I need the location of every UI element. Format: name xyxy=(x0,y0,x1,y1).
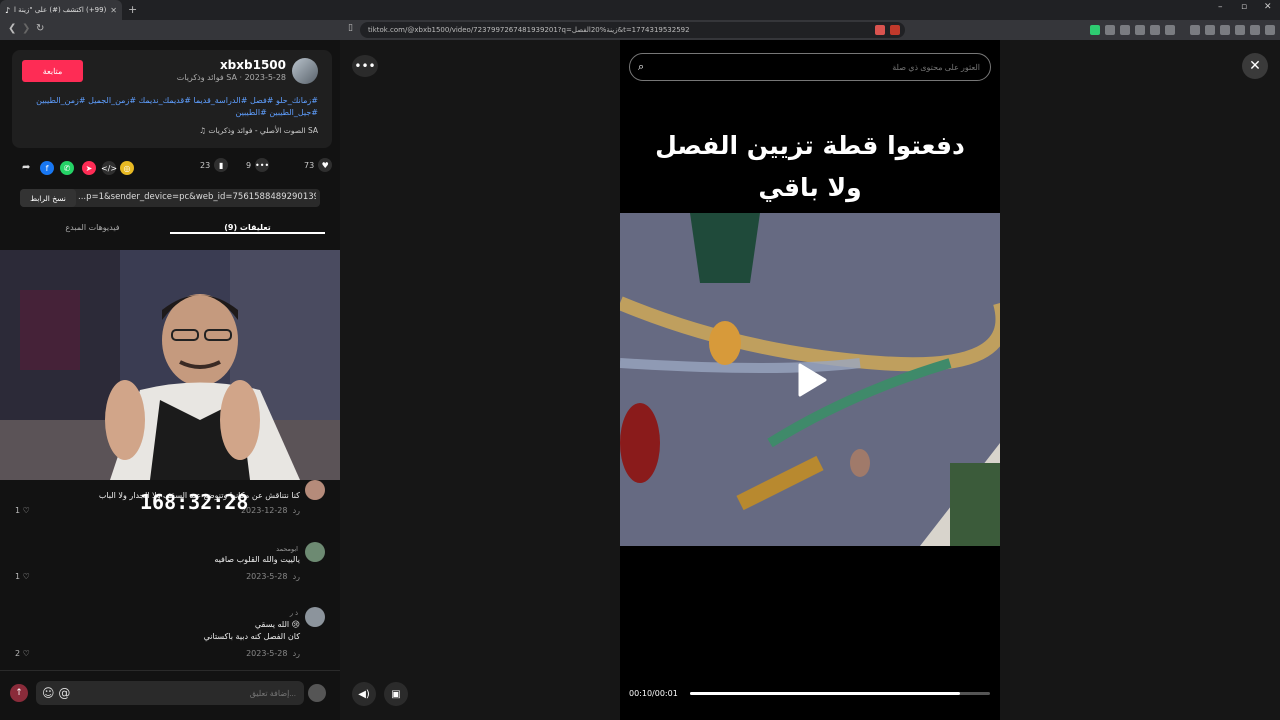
forward-icon[interactable]: ❯ xyxy=(22,23,30,34)
volume-icon[interactable]: ◀) xyxy=(352,682,376,706)
copy-link-button[interactable]: نسخ الرابط xyxy=(20,189,76,207)
save-action[interactable]: 23 ▮ xyxy=(200,158,229,172)
comment-date: 2023-12-28 رد xyxy=(240,506,300,515)
maximize-button[interactable]: ▫ xyxy=(1241,2,1247,12)
tiktok-favicon-icon: ♪ xyxy=(5,5,11,15)
comment-text: الله يسقي 😢 xyxy=(254,620,300,629)
facebook-icon[interactable]: f xyxy=(40,161,54,175)
close-tab-icon[interactable]: ✕ xyxy=(110,6,117,15)
stream-timer: 168:32:28 xyxy=(140,490,249,514)
caption-line-2: ولا باقي xyxy=(758,173,862,202)
browser-tab-strip xyxy=(0,0,1280,20)
webcam-person-image xyxy=(0,250,367,480)
playlist-icon[interactable] xyxy=(1190,25,1200,35)
close-icon[interactable]: ✕ xyxy=(1242,53,1268,79)
menu-icon[interactable] xyxy=(1265,25,1275,35)
search-icon[interactable]: ⌕ xyxy=(638,60,644,74)
share-arrow-icon[interactable]: ➤ xyxy=(82,161,96,175)
comment-like[interactable]: 2 ♡ xyxy=(15,649,30,658)
webcam-overlay xyxy=(0,250,367,480)
share-icon[interactable]: ➦ xyxy=(22,162,30,173)
picture-in-picture-icon[interactable]: ▣ xyxy=(384,682,408,706)
close-window-button[interactable]: ✕ xyxy=(1264,2,1272,12)
comment-like[interactable]: 1 ♡ xyxy=(15,572,30,581)
bookmark-save-icon: ▮ xyxy=(214,158,229,172)
mention-icon[interactable]: @ xyxy=(58,686,70,700)
commenter-name[interactable]: ذ ر xyxy=(290,609,298,617)
minimize-button[interactable]: – xyxy=(1218,2,1223,12)
send-comment-button[interactable]: ↑ xyxy=(10,684,28,702)
comment-date: 2023-5-28 رد xyxy=(246,572,300,581)
comment-count: 9 xyxy=(246,160,252,170)
brave-shield-icon[interactable] xyxy=(875,25,885,35)
action-bar: 73 ♥ 9 ••• 23 ▮ ◎ </> ➤ ✆ f ➦ xyxy=(12,158,333,178)
comment-like[interactable]: 1 ♡ xyxy=(15,506,30,515)
tab-comments[interactable]: (9) تعليقات xyxy=(170,218,325,234)
commenter-name[interactable]: ابومحمد xyxy=(276,545,298,553)
comment-input-icons: ☺ @ xyxy=(42,686,70,700)
browser-tab[interactable]: ♪ (99+) اكتشف (#) على "زينة الفصل" على T… xyxy=(0,0,122,20)
commenter-avatar[interactable] xyxy=(305,607,325,627)
creator-username[interactable]: xbxb1500 xyxy=(190,58,286,72)
like-action[interactable]: 73 ♥ xyxy=(304,158,333,172)
extension-icon[interactable] xyxy=(1135,25,1145,35)
url-text: tiktok.com/@xbxb1500/video/7237997267481… xyxy=(368,26,690,34)
wallet-icon[interactable] xyxy=(1220,25,1230,35)
post-sound[interactable]: ♫ الصوت الأصلي - فوائد وذكريات SA xyxy=(120,126,318,135)
tab-creator-videos[interactable]: فيديوهات المبدع xyxy=(15,218,170,232)
back-icon[interactable]: ❮ xyxy=(8,23,16,34)
extension-icon[interactable] xyxy=(1120,25,1130,35)
post-hashtags[interactable]: #زمانك_حلو #فصل #الدراسة_قديما #قديمك_ند… xyxy=(28,95,318,119)
video-time: 00:10/00:01 xyxy=(629,689,678,698)
reply-link[interactable]: رد xyxy=(293,572,300,581)
sidebar-icon[interactable] xyxy=(1205,25,1215,35)
progress-fill xyxy=(690,692,960,695)
video-search-input[interactable] xyxy=(629,53,991,81)
browser-tab-title: (99+) اكتشف (#) على "زينة الفصل" على Tik… xyxy=(14,6,107,14)
reply-link[interactable]: رد xyxy=(293,649,300,658)
caption-line-1: دفعتوا قطة تزيين الفصل xyxy=(655,131,965,160)
commenter-avatar[interactable] xyxy=(305,542,325,562)
comment-text: يالييت والله القلوب صافيه xyxy=(214,555,300,564)
comment-icon: ••• xyxy=(255,158,269,172)
like-count: 73 xyxy=(304,160,315,170)
comment-text-line2: كان الفصل كنه دبية باكستاني xyxy=(203,632,300,641)
profile-icon[interactable] xyxy=(1250,25,1260,35)
extensions-puzzle-icon[interactable] xyxy=(1150,25,1160,35)
extension-icon[interactable] xyxy=(1105,25,1115,35)
comment-date: 2023-5-28 رد xyxy=(246,649,300,658)
whatsapp-icon[interactable]: ✆ xyxy=(60,161,74,175)
video-caption: دفعتوا قطة تزيين الفصل ولا باقي xyxy=(620,125,1000,209)
more-options-icon[interactable]: ••• xyxy=(352,55,378,77)
link-text: ...p=1&sender_device=pc&web_id=756158848… xyxy=(78,192,316,202)
extension-icon[interactable] xyxy=(1165,25,1175,35)
rewards-icon[interactable] xyxy=(890,25,900,35)
save-count: 23 xyxy=(200,160,211,170)
bookmark-icon[interactable]: ▯ xyxy=(348,23,353,33)
embed-icon[interactable]: </> xyxy=(101,161,117,175)
commenter-avatar[interactable] xyxy=(305,480,325,500)
vpn-icon[interactable] xyxy=(1235,25,1245,35)
play-icon[interactable] xyxy=(796,362,828,398)
follow-button[interactable]: متابعة xyxy=(22,60,83,82)
new-tab-button[interactable]: + xyxy=(128,3,137,16)
address-bar[interactable]: tiktok.com/@xbxb1500/video/7237997267481… xyxy=(360,22,905,38)
creator-avatar[interactable] xyxy=(292,58,318,84)
extension-icon[interactable] xyxy=(1090,25,1100,35)
my-avatar xyxy=(308,684,326,702)
creator-nickname-date: فوائد وذكريات SA · 2023-5-28 xyxy=(176,73,286,82)
comment-input[interactable] xyxy=(36,681,304,705)
emoji-icon[interactable]: ☺ xyxy=(42,686,55,700)
panel-tabs: (9) تعليقات فيديوهات المبدع xyxy=(0,218,340,240)
comment-action[interactable]: 9 ••• xyxy=(246,158,269,172)
heart-icon: ♥ xyxy=(318,158,333,172)
reload-icon[interactable]: ↻ xyxy=(36,23,44,34)
coin-icon[interactable]: ◎ xyxy=(120,161,134,175)
reply-link[interactable]: رد xyxy=(293,506,300,515)
